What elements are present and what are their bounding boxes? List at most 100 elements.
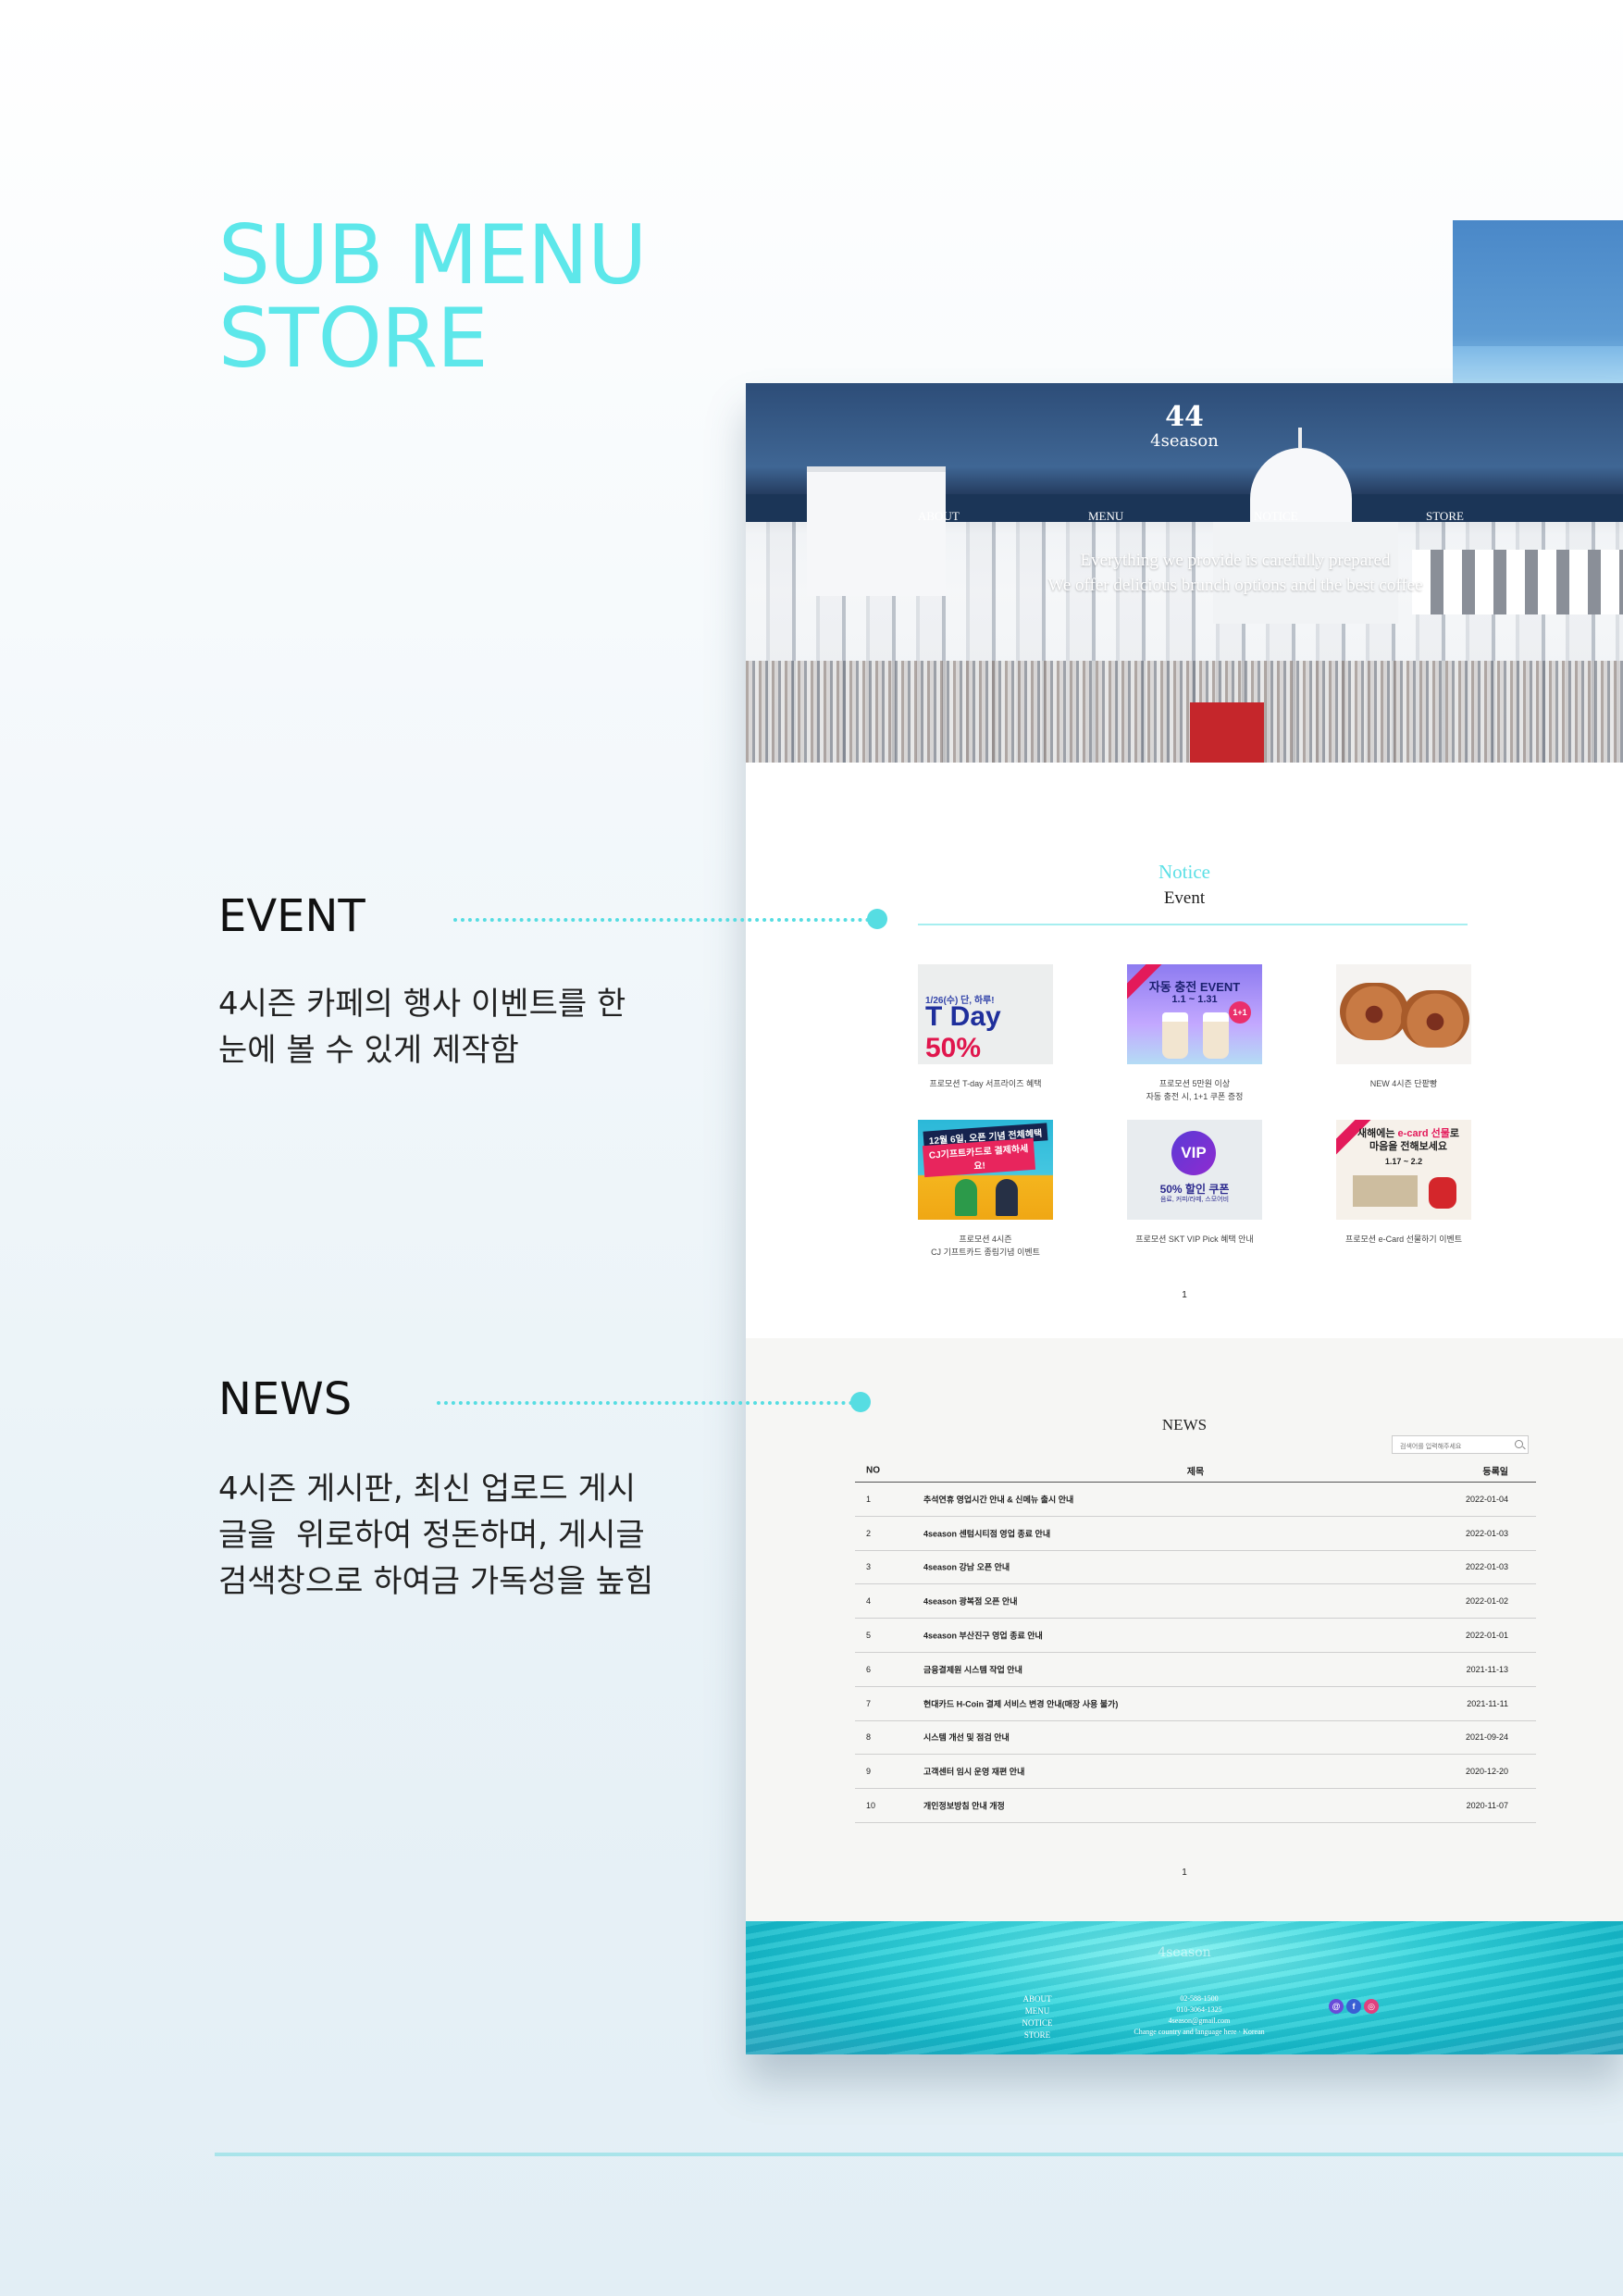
row-title[interactable]: 4season 광복점 오픈 안내 (923, 1595, 1017, 1607)
event-thumbnail[interactable]: 1/26(수) 단, 하루! T Day 50% (918, 964, 1053, 1064)
thumb-subtitle: 음료, 커피/라떼, 스모어비 (1159, 1197, 1230, 1203)
footer-logo[interactable]: 4season (746, 1945, 1623, 1960)
news-description: 4시즌 게시판, 최신 업로드 게시 글을 위로하여 정돈하며, 게시글 검색창… (218, 1466, 653, 1605)
gmail-icon[interactable]: @ (1329, 1999, 1344, 2014)
table-row[interactable]: 4 4season 광복점 오픈 안내 2022-01-02 (855, 1584, 1536, 1620)
footer-mobile: 010-3064-1325 (1176, 2005, 1222, 2014)
row-title[interactable]: 4season 센텀시티점 영업 종료 안내 (923, 1527, 1050, 1539)
figure-image (996, 1179, 1018, 1216)
social-icons: @ f ◎ (1329, 1997, 1381, 2014)
row-date: 2020-12-20 (1465, 1767, 1508, 1777)
site-logo[interactable]: 44 4season (746, 401, 1623, 452)
table-row[interactable]: 8 시스템 개선 및 점검 안내 2021-09-24 (855, 1721, 1536, 1756)
table-row[interactable]: 3 4season 강남 오픈 안내 2022-01-03 (855, 1551, 1536, 1585)
row-title[interactable]: 시스템 개선 및 점검 안내 (923, 1731, 1010, 1744)
footer-nav-menu[interactable]: MENU (1010, 2005, 1065, 2017)
logo-name: 4season (1150, 431, 1219, 451)
row-title[interactable]: 개인정보방침 안내 개정 (923, 1800, 1005, 1812)
event-caption[interactable]: 프로모션 4시즌 CJ 기프트카드 종림기념 이벤트 (918, 1233, 1053, 1259)
table-row[interactable]: 9 고객센터 임시 운영 재편 안내 2020-12-20 (855, 1755, 1536, 1790)
cup-image (1203, 1012, 1229, 1059)
event-pagination[interactable]: 1 (746, 1290, 1623, 1300)
row-date: 2022-01-01 (1465, 1631, 1508, 1641)
nav-store[interactable]: STORE (1426, 509, 1464, 524)
website-mockup: 44 4season ABOUT MENU NOTICE STORE Every… (746, 383, 1623, 2054)
nav-notice[interactable]: NOTICE (1254, 509, 1298, 524)
footer-nav: ABOUT MENU NOTICE STORE (1010, 1993, 1065, 2042)
news-section: NEWS NO 제목 등록일 1 추석연휴 영업시간 안내 & 신메뉴 출시 안내… (746, 1338, 1623, 1921)
row-no: 9 (866, 1767, 872, 1777)
table-row[interactable]: 10 개인정보방침 안내 개정 2020-11-07 (855, 1789, 1536, 1823)
row-title[interactable]: 고객센터 임시 운영 재편 안내 (923, 1766, 1024, 1778)
row-title[interactable]: 추석연휴 영업시간 안내 & 신메뉴 출시 안내 (923, 1493, 1073, 1505)
table-row[interactable]: 5 4season 부산진구 영업 종료 안내 2022-01-01 (855, 1619, 1536, 1653)
table-row[interactable]: 7 현대카드 H-Coin 결제 서비스 변경 안내(매장 사용 불가) 2021-… (855, 1687, 1536, 1721)
news-desc-line-1: 4시즌 게시판, 최신 업로드 게시 (218, 1471, 637, 1508)
event-thumbnail[interactable]: 자동 충전 EVENT 1.1 ~ 1.31 1+1 (1127, 964, 1262, 1064)
row-title[interactable]: 현대카드 H-Coin 결제 서비스 변경 안내(매장 사용 불가) (923, 1697, 1118, 1709)
news-desc-line-3: 검색창으로 하여금 가독성을 높힘 (218, 1563, 654, 1600)
event-description: 4시즌 카페의 행사 이벤트를 한 눈에 볼 수 있게 제작함 (218, 981, 626, 1074)
event-caption[interactable]: 프로모션 SKT VIP Pick 혜택 안내 (1127, 1233, 1262, 1246)
event-desc-line-1: 4시즌 카페의 행사 이벤트를 한 (218, 986, 626, 1023)
footer-language[interactable]: Change country and language here · Korea… (1107, 2027, 1292, 2038)
event-caption[interactable]: 프로모션 T-day 서프라이즈 혜택 (918, 1077, 1053, 1090)
row-date: 2022-01-03 (1465, 1528, 1508, 1538)
event-connector-dot (867, 909, 887, 929)
search-icon[interactable] (1515, 1440, 1523, 1448)
event-card[interactable]: 1/26(수) 단, 하루! T Day 50% 프로모션 T-day 서프라이… (918, 964, 1053, 1090)
row-date: 2021-11-13 (1466, 1664, 1508, 1674)
event-caption[interactable]: NEW 4시즌 단팥빵 (1336, 1077, 1471, 1090)
nav-menu[interactable]: MENU (1088, 509, 1123, 524)
thumb-title-b: e-card 선물 (1397, 1128, 1450, 1139)
event-thumbnail[interactable]: 12월 6일, 오픈 기념 전체혜택 CJ기프트카드로 결제하세요! (918, 1120, 1053, 1220)
event-card[interactable]: 새해에는 e-card 선물로 마음을 전해보세요 1.17 ~ 2.2 프로모션… (1336, 1120, 1471, 1246)
figure-image (955, 1179, 977, 1216)
hero-tagline-1: Everything we provide is carefully prepa… (1080, 551, 1391, 570)
row-date: 2022-01-04 (1465, 1494, 1508, 1504)
facebook-icon[interactable]: f (1346, 1999, 1361, 2014)
event-card[interactable]: 자동 충전 EVENT 1.1 ~ 1.31 1+1 프로모션 5만원 이상 자… (1127, 964, 1262, 1103)
news-pagination[interactable]: 1 (746, 1868, 1623, 1878)
row-title[interactable]: 금융결제원 시스템 작업 안내 (923, 1663, 1022, 1675)
decorative-block (1453, 220, 1623, 383)
column-header-title: 제목 (1186, 1467, 1205, 1477)
page-title: SUB MENU STORE (218, 215, 647, 381)
event-card[interactable]: 12월 6일, 오픈 기념 전체혜택 CJ기프트카드로 결제하세요! 프로모션 … (918, 1120, 1053, 1259)
table-row[interactable]: 6 금융결제원 시스템 작업 안내 2021-11-13 (855, 1653, 1536, 1687)
event-thumbnail[interactable] (1336, 964, 1471, 1064)
site-footer: 4season ABOUT MENU NOTICE STORE 02-588-1… (746, 1921, 1623, 2054)
footer-nav-notice[interactable]: NOTICE (1010, 2017, 1065, 2029)
event-caption[interactable]: 프로모션 5만원 이상 자동 충전 시, 1+1 쿠폰 증정 (1127, 1077, 1262, 1103)
row-no: 3 (866, 1562, 872, 1572)
event-card[interactable]: VIP 50% 할인 쿠폰 음료, 커피/라떼, 스모어비 프로모션 SKT V… (1127, 1120, 1262, 1246)
search-box[interactable] (1392, 1435, 1529, 1456)
heading-divider (918, 924, 1468, 925)
event-thumbnail[interactable]: VIP 50% 할인 쿠폰 음료, 커피/라떼, 스모어비 (1127, 1120, 1262, 1220)
instagram-icon[interactable]: ◎ (1364, 1999, 1379, 2014)
event-card[interactable]: NEW 4시즌 단팥빵 (1336, 964, 1471, 1090)
table-row[interactable]: 1 추석연휴 영업시간 안내 & 신메뉴 출시 안내 2022-01-04 (855, 1483, 1536, 1517)
search-input[interactable] (1393, 1438, 1504, 1456)
thumb-main-label: T Day (925, 1001, 1001, 1032)
footer-nav-store[interactable]: STORE (1010, 2029, 1065, 2042)
row-date: 2021-11-11 (1467, 1698, 1508, 1708)
footer-nav-about[interactable]: ABOUT (1010, 1993, 1065, 2005)
thumb-accent-label: 50% (925, 1033, 982, 1063)
news-label: NEWS (218, 1373, 353, 1425)
thumb-title: 50% 할인 쿠폰 (1159, 1183, 1230, 1196)
nav-about[interactable]: ABOUT (918, 509, 960, 524)
hero-banner: 44 4season ABOUT MENU NOTICE STORE Every… (746, 383, 1623, 763)
thumb-title-a: 새해에는 (1357, 1128, 1395, 1139)
table-row[interactable]: 2 4season 센텀시티점 영업 종료 안내 2022-01-03 (855, 1517, 1536, 1551)
row-title[interactable]: 4season 강남 오픈 안내 (923, 1561, 1010, 1573)
row-no: 6 (866, 1664, 872, 1674)
row-no: 8 (866, 1732, 872, 1743)
row-title[interactable]: 4season 부산진구 영업 종료 안내 (923, 1630, 1043, 1642)
bread-image (1340, 983, 1408, 1040)
event-thumbnail[interactable]: 새해에는 e-card 선물로 마음을 전해보세요 1.17 ~ 2.2 (1336, 1120, 1471, 1220)
logo-mark: 44 (1165, 401, 1204, 433)
news-connector-dot (850, 1392, 871, 1412)
thumb-title: 새해에는 e-card 선물로 마음을 전해보세요 (1349, 1127, 1468, 1153)
event-caption[interactable]: 프로모션 e-Card 선물하기 이벤트 (1336, 1233, 1471, 1246)
